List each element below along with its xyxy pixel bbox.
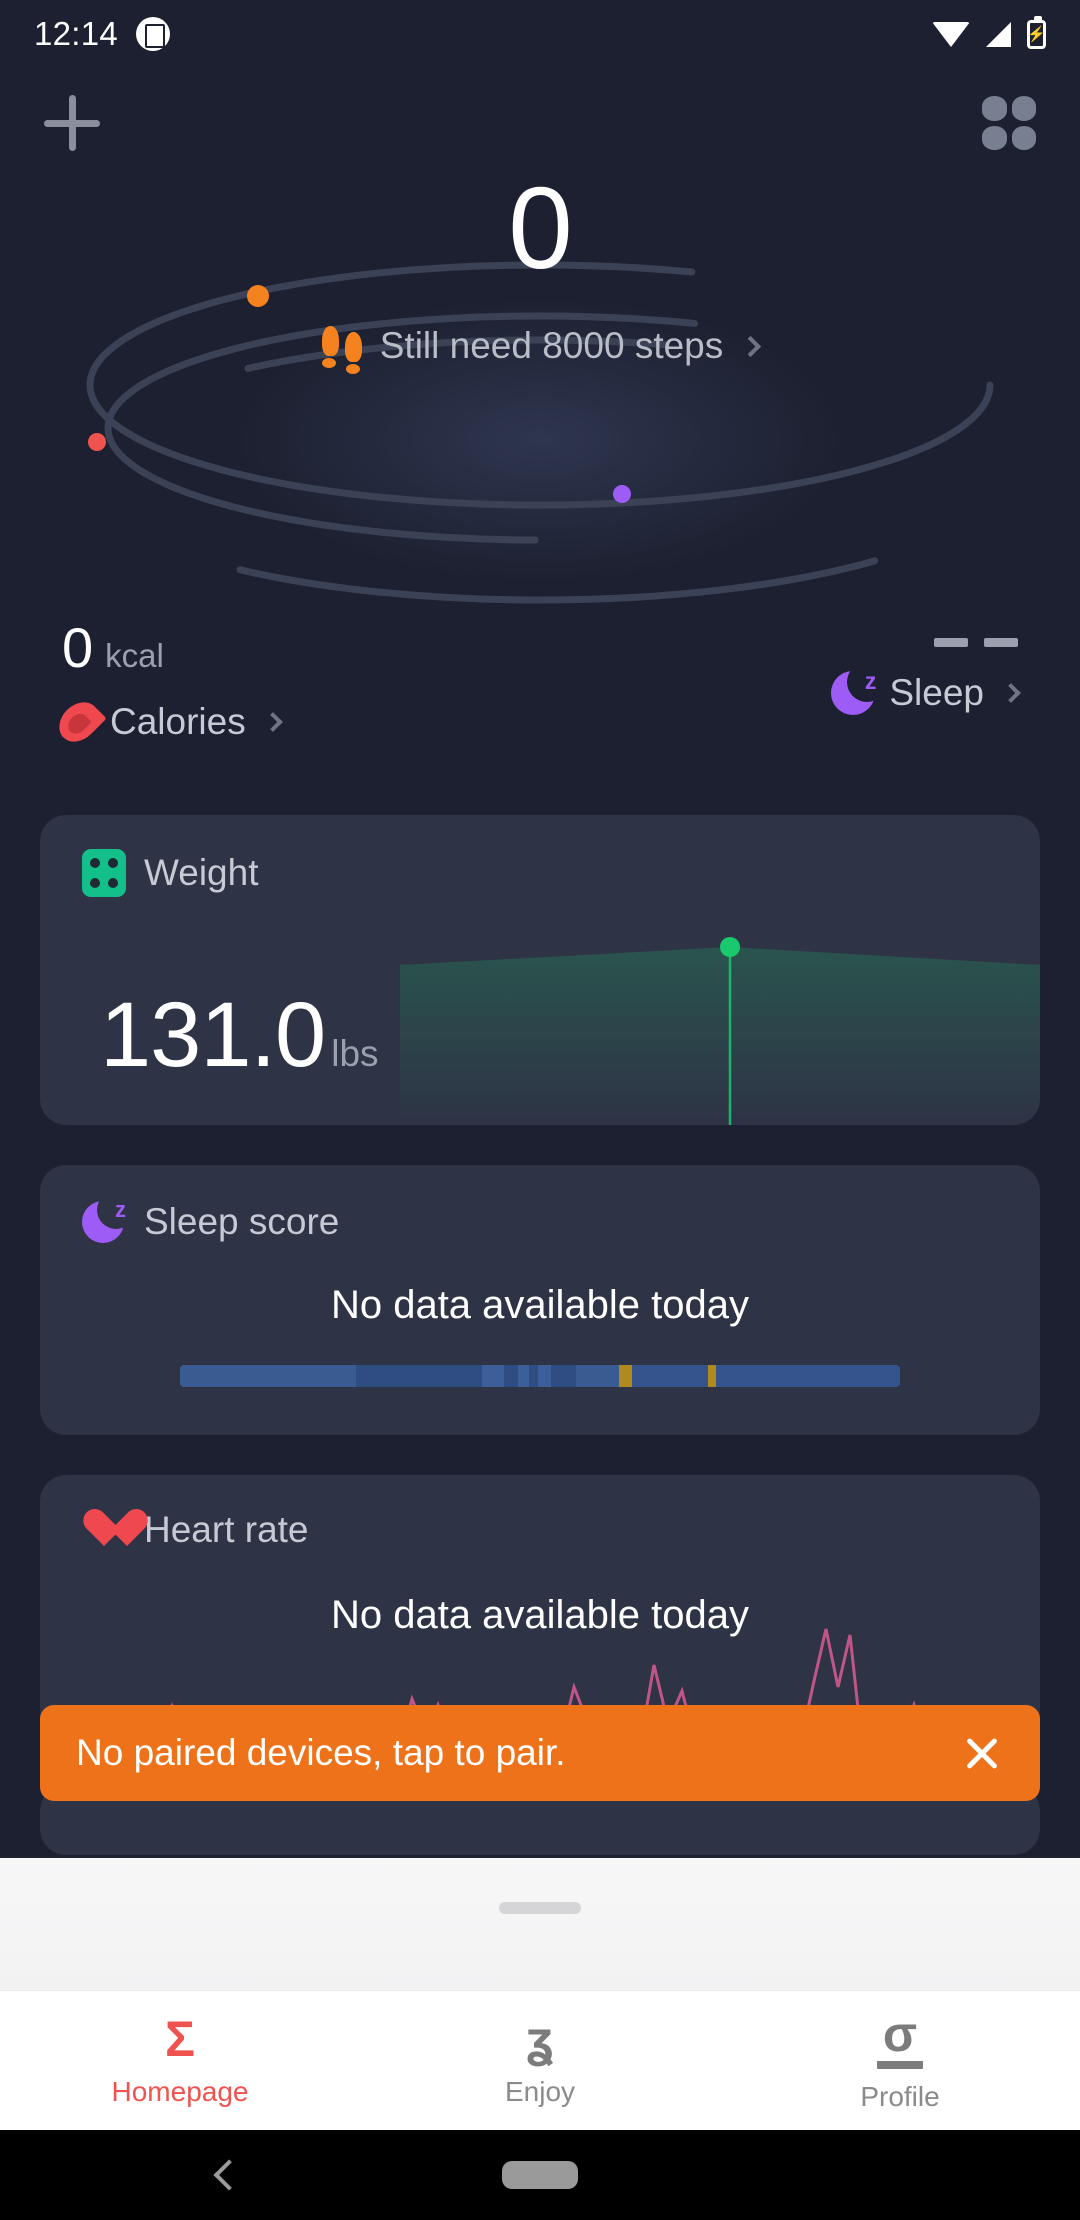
sleep-value-placeholder	[831, 620, 1018, 647]
nav-label-profile: Profile	[860, 2080, 940, 2112]
chevron-right-icon	[1001, 683, 1021, 703]
steps-count: 0	[508, 163, 573, 293]
scale-icon	[82, 849, 126, 897]
sleep-stage-segment	[503, 1365, 519, 1387]
calories-value: 0	[62, 616, 94, 679]
nav-item-enjoy[interactable]: ʓ Enjoy	[360, 2014, 720, 2108]
moon-sleep-icon: z	[82, 1191, 135, 1245]
drag-handle[interactable]	[499, 1902, 581, 1914]
steps-hero: 0 Still need 8000 steps	[0, 170, 1080, 640]
heart-card-header: Heart rate	[40, 1475, 1040, 1551]
status-bar-left: 12:14	[34, 15, 171, 53]
sleep-metric: z Sleep	[831, 620, 1021, 715]
weight-value-row: 131.0 lbs	[100, 989, 379, 1081]
plus-icon[interactable]	[44, 95, 100, 151]
grid-dot	[1011, 96, 1036, 121]
sleep-stage-segment	[707, 1365, 717, 1387]
battery-bolt-glyph: ⚡	[1027, 25, 1046, 43]
status-bar-clock: 12:14	[34, 15, 119, 52]
calories-link[interactable]: Calories	[51, 694, 283, 750]
pair-device-toast[interactable]: No paired devices, tap to pair.	[40, 1705, 1040, 1801]
battery-charging-icon: ⚡	[1027, 15, 1046, 49]
close-icon[interactable]	[960, 1731, 1004, 1775]
moon-sleep-icon: z	[831, 662, 888, 715]
calories-value-row: 0 kcal	[62, 620, 280, 676]
home-pill-icon[interactable]	[502, 2161, 578, 2189]
sleep-stage-segment	[632, 1365, 708, 1387]
grid-dot	[982, 125, 1007, 150]
calories-ring-dot	[88, 433, 106, 451]
sleep-card-title: Sleep score	[144, 1201, 340, 1242]
screenshot-icon	[136, 17, 171, 51]
sleep-stage-segment	[575, 1365, 620, 1387]
calories-label: Calories	[110, 701, 246, 742]
weight-unit: lbs	[331, 1033, 379, 1074]
metrics-row: 0 kcal Calories z Sleep	[0, 620, 1080, 780]
back-chevron-icon[interactable]	[213, 2159, 245, 2191]
heart-icon	[82, 1510, 126, 1550]
grid-apps-icon[interactable]	[982, 96, 1036, 150]
steps-goal-label: Still need 8000 steps	[379, 325, 724, 366]
sleep-stage-segment	[482, 1365, 504, 1387]
bottom-sheet	[0, 1858, 1080, 1990]
heart-card-title: Heart rate	[144, 1509, 309, 1550]
calories-unit: kcal	[105, 637, 164, 674]
grid-dot	[982, 96, 1007, 121]
cellular-signal-icon	[986, 21, 1011, 47]
steps-goal-link[interactable]: Still need 8000 steps	[0, 322, 1080, 374]
weight-card-header: Weight	[40, 815, 1040, 897]
sleep-stage-bar	[180, 1365, 900, 1387]
flame-icon	[51, 694, 107, 750]
android-navigation-bar	[0, 2130, 1080, 2220]
nav-label-enjoy: Enjoy	[504, 2075, 576, 2107]
heart-empty-text: No data available today	[330, 1593, 750, 1637]
steps-ring-dot	[247, 285, 269, 307]
sleep-stage-segment	[529, 1365, 538, 1387]
sigma-profile-icon: σ	[877, 2009, 923, 2069]
footprints-icon	[321, 322, 366, 374]
app-screen: 12:14 ⚡ 0 Still need 8000 steps 0 kcal C…	[0, 0, 1080, 2220]
chevron-right-icon	[262, 712, 283, 732]
sleep-link[interactable]: z Sleep	[831, 662, 1021, 715]
weight-card[interactable]: Weight 131.0 lbs	[40, 815, 1040, 1125]
sigma-homepage-icon: Σ	[164, 2010, 195, 2067]
sleep-card-header: z Sleep score	[40, 1165, 1040, 1245]
nav-item-profile[interactable]: σ Profile	[720, 2009, 1080, 2113]
enjoy-knot-icon: ʓ	[526, 2010, 554, 2067]
sleep-stage-segment	[537, 1365, 551, 1387]
profile-underline	[877, 2060, 923, 2069]
sleep-stage-segment	[619, 1365, 633, 1387]
sleep-label: Sleep	[889, 672, 984, 713]
pair-device-message: No paired devices, tap to pair.	[76, 1732, 566, 1773]
nav-item-homepage[interactable]: Σ Homepage	[0, 2014, 360, 2108]
sleep-stage-segment	[550, 1365, 576, 1387]
sleep-ring-dot	[613, 485, 631, 503]
sleep-stage-segment	[180, 1365, 357, 1387]
weight-card-title: Weight	[144, 852, 259, 893]
chevron-right-icon	[740, 335, 762, 357]
bottom-navigation: Σ Homepage ʓ Enjoy σ Profile	[0, 1990, 1080, 2130]
grid-dot	[1011, 125, 1036, 150]
weight-value: 131.0	[100, 984, 326, 1086]
weight-trend-chart	[400, 937, 1040, 1125]
sleep-dash	[934, 638, 968, 647]
nav-label-homepage: Homepage	[111, 2075, 249, 2107]
weight-data-point	[720, 937, 740, 957]
status-bar-right: ⚡	[932, 15, 1046, 49]
profile-glyph: σ	[882, 2005, 918, 2062]
sleep-empty-text: No data available today	[330, 1283, 750, 1327]
sleep-stage-segment	[356, 1365, 483, 1387]
app-bar	[0, 68, 1080, 178]
status-bar: 12:14 ⚡	[0, 0, 1080, 68]
sleep-score-card[interactable]: z Sleep score No data available today	[40, 1165, 1040, 1435]
sleep-stage-segment	[518, 1365, 530, 1387]
sleep-stage-segment	[716, 1365, 900, 1387]
calories-metric: 0 kcal Calories	[51, 620, 283, 750]
sleep-dash	[984, 638, 1018, 647]
wifi-icon	[932, 21, 970, 47]
